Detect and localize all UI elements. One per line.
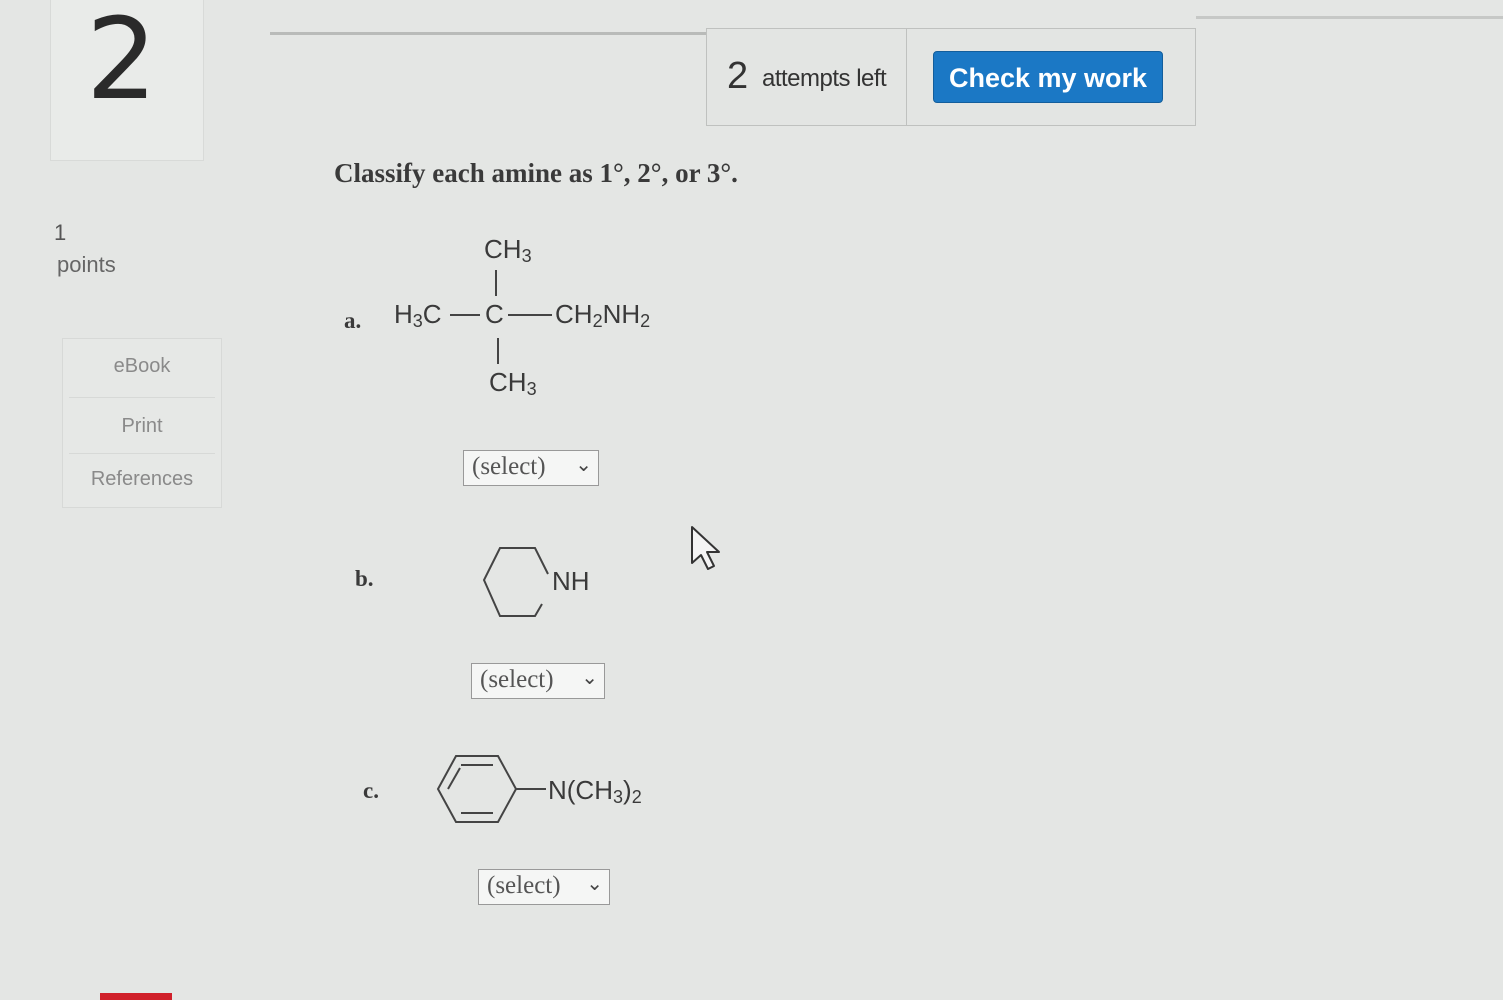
header-divider: [270, 32, 710, 35]
ebook-link[interactable]: eBook: [63, 355, 221, 378]
attempts-indicator: 2 attempts left: [707, 29, 907, 125]
chevron-down-icon: ⌄: [575, 454, 592, 476]
bottom-accent-strip: [100, 993, 172, 1000]
item-b-select[interactable]: (select) ⌄: [471, 663, 605, 699]
item-a-select-value: (select): [472, 453, 546, 480]
structure-c-substituent: N(CH3)2: [548, 775, 642, 807]
benzene-ring: [436, 755, 546, 823]
item-a-label: a.: [344, 308, 362, 333]
structure-a-center-atom: C: [485, 299, 504, 329]
points-label: points: [57, 252, 116, 277]
item-b-label: b.: [355, 566, 374, 591]
print-link[interactable]: Print: [63, 415, 221, 438]
divider: [69, 453, 215, 454]
question-prompt: Classify each amine as 1°, 2°, or 3°.: [334, 158, 738, 188]
structure-a-left-group: H3C: [394, 299, 442, 331]
bond: [495, 270, 497, 296]
header-divider-right: [1196, 16, 1503, 19]
chevron-down-icon: ⌄: [581, 667, 598, 689]
bond: [497, 338, 499, 364]
item-c-select[interactable]: (select) ⌄: [478, 869, 610, 905]
bond: [450, 314, 480, 316]
attempts-count: 2: [727, 55, 749, 97]
question-number-box: 2: [50, 0, 204, 161]
check-my-work-button[interactable]: Check my work: [933, 51, 1163, 103]
item-c-label: c.: [363, 778, 379, 803]
question-number: 2: [86, 0, 158, 125]
item-b-select-value: (select): [480, 666, 554, 693]
structure-a-right-group: CH2NH2: [555, 299, 651, 331]
structure-a-top-group: CH3: [484, 234, 532, 266]
resource-links: eBook Print References: [62, 338, 222, 508]
item-a-select[interactable]: (select) ⌄: [463, 450, 599, 486]
bond: [508, 314, 552, 316]
references-link[interactable]: References: [63, 468, 221, 491]
mouse-pointer-icon: [691, 526, 720, 570]
structure-a-bottom-group: CH3: [489, 367, 537, 399]
points-value: 1: [54, 220, 67, 245]
chevron-down-icon: ⌄: [586, 873, 603, 895]
item-c-select-value: (select): [487, 872, 561, 899]
divider: [69, 397, 215, 398]
attempts-label: attempts left: [762, 65, 887, 92]
structure-b-heteroatom: NH: [552, 566, 590, 596]
question-toolbar: 2 attempts left Check my work: [706, 28, 1196, 126]
